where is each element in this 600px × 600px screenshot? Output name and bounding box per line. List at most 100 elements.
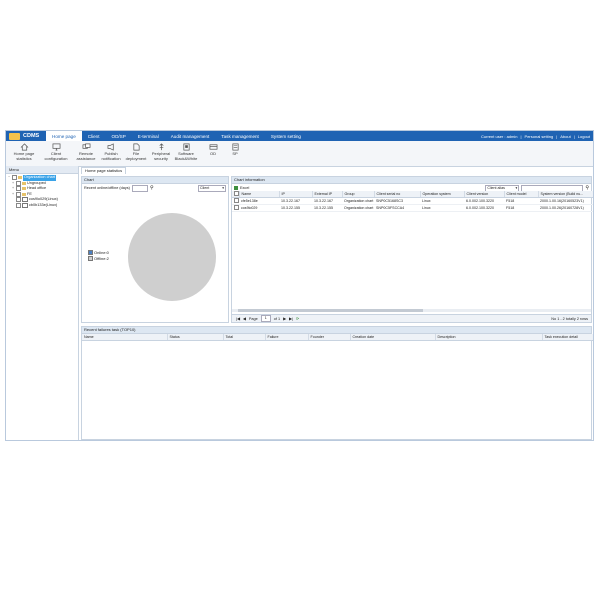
tool-home-page-statistics[interactable]: Home page statistics: [10, 143, 38, 161]
computer-icon: [22, 202, 28, 208]
checkbox[interactable]: [234, 191, 238, 196]
column-header[interactable]: Status: [167, 334, 224, 341]
main-menu: Home page Client OD/SP E-terminal Audit …: [46, 131, 307, 141]
monitor-icon: [52, 143, 60, 151]
collapse-icon[interactable]: −: [8, 175, 11, 181]
refresh-icon[interactable]: ⟳: [296, 316, 299, 321]
checkbox[interactable]: [12, 175, 17, 181]
page-number-input[interactable]: 1: [260, 315, 271, 322]
tool-file-deployment[interactable]: File deployment: [122, 143, 150, 161]
menu-e-terminal[interactable]: E-terminal: [132, 131, 165, 141]
tool-label: configuration: [44, 155, 68, 161]
column-header[interactable]: Founder: [308, 334, 351, 341]
column-header[interactable]: Creation date: [350, 334, 436, 341]
about-link[interactable]: About: [560, 134, 570, 139]
tool-label: OD: [210, 151, 216, 156]
table-cell: Organization chart: [342, 197, 374, 205]
checkbox[interactable]: [234, 198, 239, 203]
table-cell: 6.0.002.100.3220: [464, 197, 504, 205]
menu-system-setting[interactable]: System setting: [265, 131, 307, 141]
tool-label: security: [154, 155, 168, 161]
sidebar-header: Menu: [6, 166, 78, 174]
column-header[interactable]: Description: [435, 334, 543, 341]
table-cell: 2000.1.00.26(20160728V1): [538, 204, 593, 212]
tree-node[interactable]: cb0b133e(Linux): [6, 203, 78, 209]
menu-od-sp[interactable]: OD/SP: [106, 131, 132, 141]
column-header[interactable]: Name: [82, 334, 168, 341]
prev-page-icon[interactable]: ◀: [243, 316, 246, 321]
tool-label: notification: [101, 155, 121, 161]
legend-item[interactable]: Online:0: [88, 250, 109, 255]
last-page-icon[interactable]: ▶|: [289, 316, 293, 321]
horizontal-scrollbar[interactable]: [232, 309, 591, 312]
tool-client-configuration[interactable]: Client configuration: [42, 143, 70, 161]
failures-panel-title: Recent failures task (TOP10): [82, 327, 591, 334]
excel-icon[interactable]: [234, 186, 238, 190]
usb-icon: [158, 143, 164, 151]
app-logo: CDMS: [9, 132, 39, 140]
tool-peripheral-security[interactable]: Peripheral security: [147, 143, 175, 161]
sp-icon: [231, 143, 239, 151]
tab-home-page-statistics[interactable]: Home page statistics: [81, 167, 127, 174]
tool-software-black-white[interactable]: Software Black&White: [172, 143, 200, 161]
legend-item[interactable]: Offline:2: [88, 256, 109, 261]
tool-label: statistics: [16, 155, 32, 161]
menu-task-management[interactable]: Task management: [215, 131, 265, 141]
separator: |: [520, 133, 522, 139]
table-cell: 2000.1.00.16(20160523V1): [538, 197, 593, 205]
expand-icon[interactable]: +: [12, 192, 15, 198]
checkbox[interactable]: [16, 186, 21, 192]
logout-link[interactable]: Logout: [578, 134, 590, 139]
table-cell: 10.3.22.167: [279, 197, 312, 205]
icon-toolbar: Home page statistics Client configuratio…: [6, 141, 593, 167]
pager-summary: No 1 - 2 totally 2 rows: [551, 317, 588, 321]
column-header[interactable]: Total: [223, 334, 266, 341]
next-page-icon[interactable]: ▶: [283, 316, 286, 321]
row-checkbox-cell[interactable]: [232, 204, 239, 212]
logo-icon: [9, 132, 20, 140]
row-checkbox-cell[interactable]: [232, 197, 239, 205]
tool-remote-assistance[interactable]: Remote assistance: [72, 143, 100, 161]
recent-days-input[interactable]: [131, 184, 148, 192]
separator: |: [556, 133, 558, 139]
checkbox[interactable]: [16, 180, 21, 186]
megaphone-icon: [107, 143, 114, 151]
info-panel-title: Chart information: [232, 177, 591, 184]
scroll-thumb[interactable]: [238, 309, 423, 312]
home-icon: [20, 143, 28, 151]
chart-panel: Chart Recent online/offline (days) ⚲ Cli…: [81, 176, 229, 323]
column-header[interactable]: Task execution detail: [542, 334, 593, 341]
chevron-down-icon: ▾: [515, 186, 518, 190]
excel-export-button[interactable]: Excel: [240, 186, 249, 190]
tool-label: assistance: [76, 155, 96, 161]
checkbox[interactable]: [234, 205, 239, 210]
table-row[interactable]: cfe5e138e 10.3.22.167 10.3.22.167 Organizat…: [232, 197, 593, 205]
legend-swatch: [88, 250, 93, 255]
select-all-checkbox[interactable]: [232, 191, 240, 198]
menu-audit-management[interactable]: Audit management: [165, 131, 216, 141]
sidebar: Menu − Organization chart + Ungrouped + Head …: [6, 166, 79, 440]
tree-node-label: cb0b133e(Linux): [29, 202, 58, 207]
tool-publish-notification[interactable]: Publish notification: [97, 143, 125, 161]
app-window: CDMS Home page Client OD/SP E-terminal A…: [5, 130, 594, 441]
column-header[interactable]: Failure: [265, 334, 309, 341]
first-page-icon[interactable]: |◀: [236, 316, 240, 321]
search-icon[interactable]: ⚲: [150, 185, 154, 191]
table-cell: 6.0.002.100.3220: [464, 204, 504, 212]
checkbox[interactable]: [16, 197, 21, 203]
menu-home-page[interactable]: Home page: [46, 131, 82, 141]
tool-label: deployment: [125, 155, 147, 161]
checkbox[interactable]: [16, 202, 21, 208]
table-cell: SNP0C5FSCCA4: [374, 204, 420, 212]
menu-client[interactable]: Client: [82, 131, 106, 141]
chart-panel-title: Chart: [82, 177, 228, 184]
table-row[interactable]: cos9lo029 10.3.22.155 10.3.22.155 Organizat…: [232, 204, 593, 212]
tool-sp[interactable]: SP: [221, 143, 249, 157]
personal-setting-link[interactable]: Personal setting: [525, 134, 554, 139]
page-of-label: of 1: [273, 316, 281, 321]
current-user-label: Current user : admin: [481, 133, 518, 139]
pie-slice-offline[interactable]: [128, 213, 216, 301]
chart-type-select[interactable]: Client ▾: [198, 184, 226, 192]
checkbox[interactable]: [16, 191, 21, 197]
failures-table: Name Status Total Failure Founder Creation da…: [82, 334, 593, 341]
